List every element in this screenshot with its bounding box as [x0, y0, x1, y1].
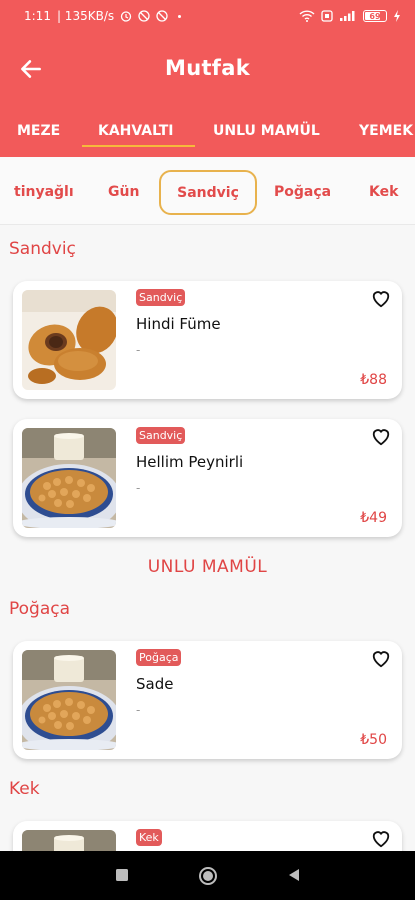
status-left: 1:11 | 135KB/s: [24, 9, 182, 23]
product-image: [22, 428, 116, 528]
product-description: -: [136, 481, 141, 495]
product-price: ₺88: [360, 372, 387, 388]
status-time: 1:11: [24, 9, 51, 23]
blocked-icon: [138, 10, 150, 22]
signal-icon: [340, 11, 355, 21]
favorite-heart-icon[interactable]: [370, 648, 392, 668]
tab-unlu-mamul[interactable]: UNLU MAMÜL: [213, 123, 320, 139]
status-right: 69: [299, 10, 401, 22]
product-name: Hellim Peynirli: [136, 453, 244, 471]
notification-dot: [178, 14, 182, 18]
subtab-gun[interactable]: Gün: [108, 184, 139, 200]
alarm-icon: [120, 11, 132, 22]
category-badge: Sandviç: [136, 289, 186, 306]
section-title-sandvic: Sandviç: [9, 239, 76, 259]
product-image: [22, 650, 116, 750]
product-image: [22, 290, 116, 390]
sub-category-tabs: tinyağlı Gün Sandviç Poğaça Kek: [0, 157, 415, 225]
favorite-heart-icon[interactable]: [370, 828, 392, 848]
home-circle-icon[interactable]: [198, 866, 218, 886]
favorite-heart-icon[interactable]: [370, 288, 392, 308]
section-title-pogaca: Poğaça: [9, 599, 71, 619]
active-tab-indicator: [82, 145, 195, 147]
product-card[interactable]: Poğaça Sade - ₺50: [13, 641, 402, 759]
product-description: -: [136, 703, 141, 717]
page-title: Mutfak: [165, 56, 250, 80]
battery-level: 69: [369, 11, 381, 21]
product-description: -: [136, 343, 141, 357]
product-name: Hindi Füme: [136, 315, 221, 333]
back-triangle-icon[interactable]: [286, 867, 302, 883]
product-card[interactable]: Sandviç Hellim Peynirli - ₺49: [13, 419, 402, 537]
product-price: ₺49: [360, 510, 387, 526]
category-heading-unlu-mamul: UNLU MAMÜL: [147, 557, 268, 577]
favorite-heart-icon[interactable]: [370, 426, 392, 446]
subtab-pogaca[interactable]: Poğaça: [274, 184, 331, 200]
subtab-zeytinyagli[interactable]: tinyağlı: [14, 184, 74, 200]
product-price: ₺50: [360, 732, 387, 748]
wifi-icon: [299, 10, 315, 22]
category-badge: Poğaça: [136, 649, 182, 666]
section-title-kek: Kek: [9, 779, 40, 799]
charging-icon: [394, 10, 400, 22]
status-bar: 1:11 | 135KB/s 69: [0, 0, 415, 32]
status-speed: | 135KB/s: [56, 9, 115, 23]
tab-meze[interactable]: MEZE: [17, 123, 60, 139]
category-tabs: MEZE KAHVALTI UNLU MAMÜL YEMEK: [0, 107, 415, 157]
app-bar: Mutfak: [0, 32, 415, 107]
battery-icon: 69: [363, 10, 387, 22]
subtab-sandvic[interactable]: Sandviç: [159, 170, 257, 215]
sim-icon: [321, 10, 333, 22]
category-badge: Sandviç: [136, 427, 186, 444]
tab-yemek[interactable]: YEMEK: [359, 123, 413, 139]
tab-kahvalti[interactable]: KAHVALTI: [98, 123, 173, 139]
category-badge: Kek: [136, 829, 162, 846]
recents-square-icon[interactable]: [114, 867, 130, 883]
product-name: Sade: [136, 675, 174, 693]
subtab-kek[interactable]: Kek: [369, 184, 398, 200]
blocked-icon-2: [156, 10, 168, 22]
system-navigation-bar: [0, 851, 415, 900]
product-card[interactable]: Sandviç Hindi Füme - ₺88: [13, 281, 402, 399]
